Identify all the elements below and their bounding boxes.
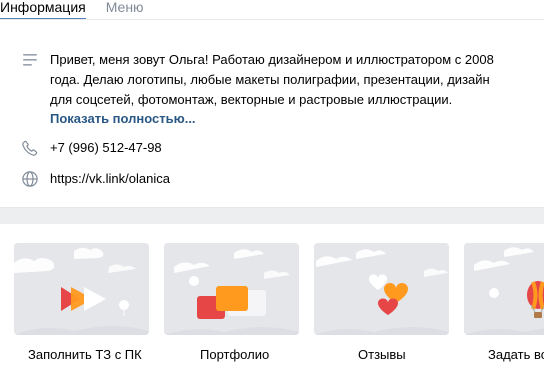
show-more-link[interactable]: Показать полностью...: [50, 110, 510, 128]
website-link[interactable]: https://vk.link/olanica: [50, 169, 170, 189]
card-label-fill-brief[interactable]: Заполнить ТЗ с ПК: [28, 347, 142, 363]
text-lines-icon: [20, 50, 40, 70]
card-label-portfolio[interactable]: Портфолио: [200, 347, 269, 363]
app-cards: Заполнить ТЗ с ПК Портфолио Отзывы Задат…: [0, 224, 544, 377]
phone-row: +7 (996) 512-47-98: [20, 138, 162, 158]
section-gap: [0, 208, 544, 224]
globe-icon: [20, 169, 40, 189]
tabs-bar: Информация Меню: [0, 0, 544, 20]
link-row: https://vk.link/olanica: [20, 169, 170, 189]
info-section: Привет, меня зовут Ольга! Работаю дизайн…: [0, 20, 544, 208]
card-fill-brief[interactable]: [14, 243, 149, 335]
phone-number[interactable]: +7 (996) 512-47-98: [50, 138, 162, 158]
tab-info[interactable]: Информация: [0, 0, 86, 20]
about-row: Привет, меня зовут Ольга! Работаю дизайн…: [20, 50, 510, 128]
card-ask-question[interactable]: [464, 243, 544, 335]
card-label-ask-question[interactable]: Задать во: [488, 347, 544, 363]
phone-icon: [20, 138, 40, 158]
about-text: Привет, меня зовут Ольга! Работаю дизайн…: [50, 52, 494, 107]
card-portfolio[interactable]: [164, 243, 299, 335]
card-reviews[interactable]: [314, 243, 449, 335]
card-label-reviews[interactable]: Отзывы: [358, 347, 406, 363]
tab-menu[interactable]: Меню: [106, 0, 144, 20]
